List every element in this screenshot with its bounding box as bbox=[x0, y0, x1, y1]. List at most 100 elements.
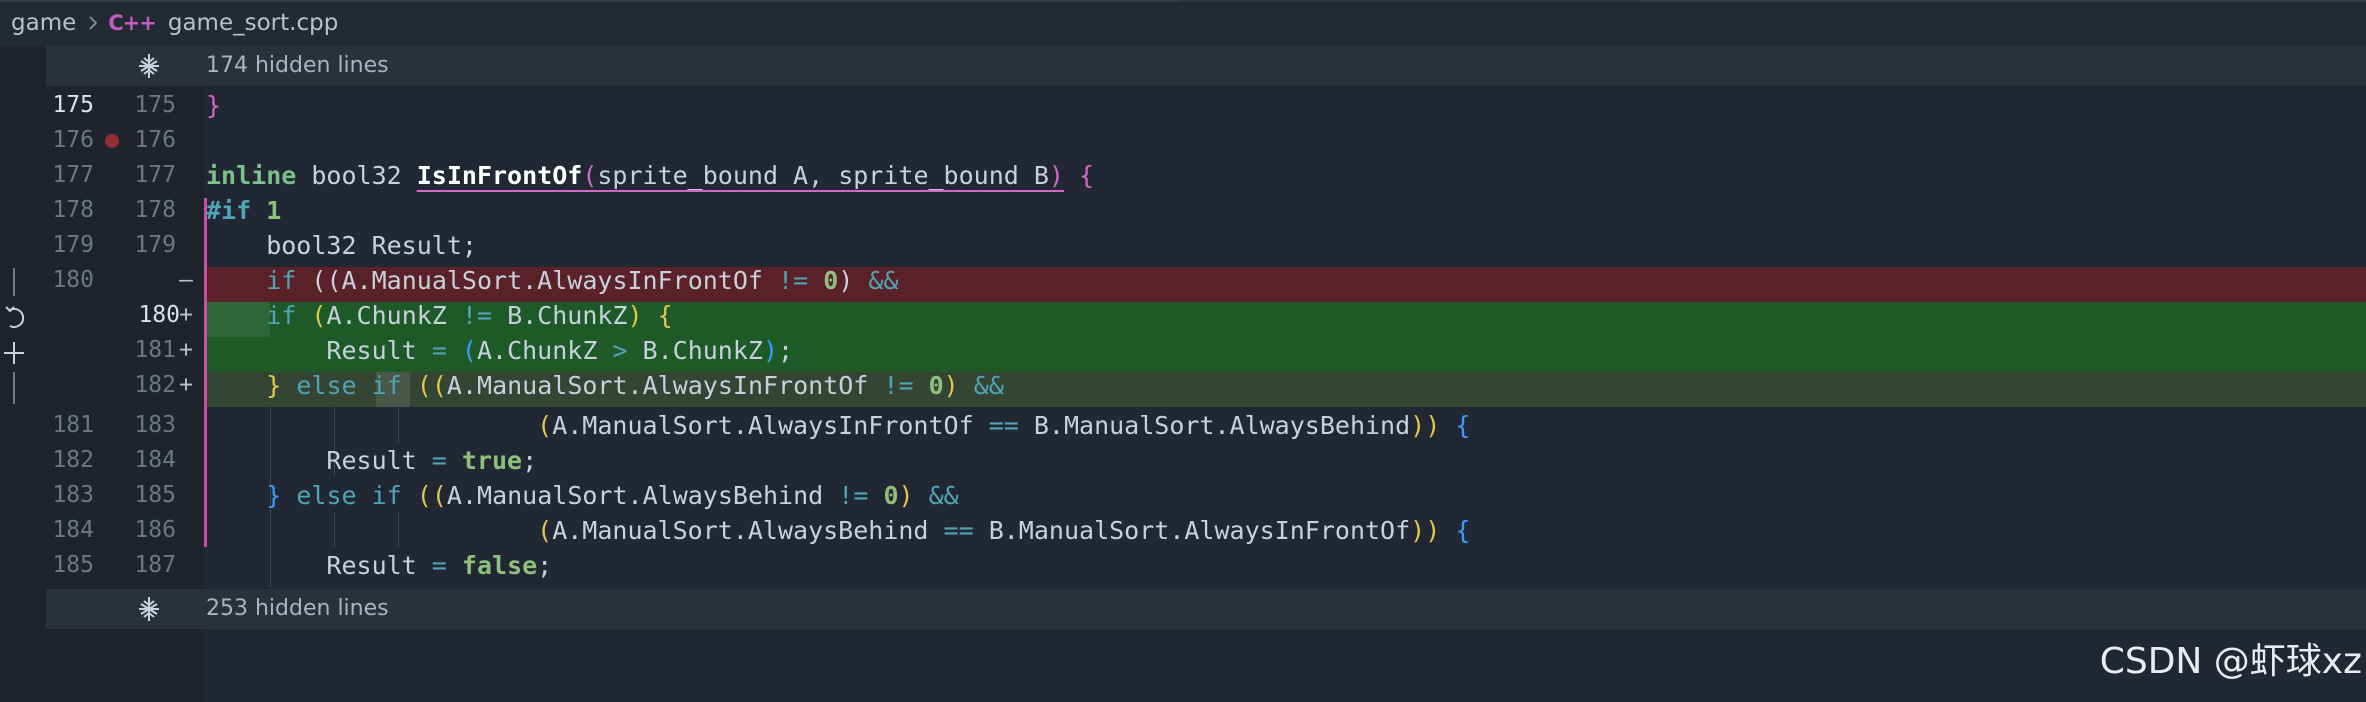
code-token: { bbox=[1440, 411, 1471, 440]
code-token: ( bbox=[431, 371, 447, 400]
new-line-number: 187 bbox=[134, 552, 176, 578]
code-line[interactable]: } else if ((A.ManualSort.AlwaysBehind !=… bbox=[206, 478, 959, 513]
code-token: } bbox=[266, 371, 282, 400]
code-token: bool32 bbox=[296, 161, 417, 190]
code-token: A.ChunkZ bbox=[476, 336, 613, 365]
hidden-lines-fold-top[interactable] bbox=[46, 46, 2366, 86]
old-line-number: 180 bbox=[52, 267, 94, 293]
code-token: && bbox=[868, 266, 899, 295]
new-line-number: 175 bbox=[134, 92, 176, 118]
code-token: Result bbox=[206, 446, 432, 475]
code-token: ( bbox=[311, 266, 327, 295]
new-line-number: 178 bbox=[134, 197, 176, 223]
code-token: ; bbox=[778, 336, 794, 365]
removed-line-marker: — bbox=[179, 267, 193, 293]
code-token: ( bbox=[326, 266, 342, 295]
old-line-number: 175 bbox=[52, 92, 94, 118]
code-token: ) bbox=[1410, 411, 1426, 440]
code-token: ) bbox=[1410, 516, 1426, 545]
code-token: = bbox=[431, 446, 447, 475]
code-token: != bbox=[778, 266, 809, 295]
code-token: ( bbox=[416, 371, 432, 400]
code-line[interactable]: (A.ManualSort.AlwaysInFrontOf == B.Manua… bbox=[206, 408, 1470, 443]
code-token: } bbox=[206, 91, 222, 120]
code-token: 0 bbox=[883, 481, 899, 510]
code-token: B.ManualSort.AlwaysInFrontOf bbox=[973, 516, 1411, 545]
code-token: #if bbox=[206, 196, 252, 225]
old-line-number: 184 bbox=[52, 517, 94, 543]
code-token: true bbox=[461, 446, 523, 475]
code-token: A.ManualSort.AlwaysInFrontOf bbox=[341, 266, 779, 295]
code-token: ; bbox=[522, 446, 538, 475]
code-token: sprite_bound A, sprite_bound B bbox=[597, 161, 1049, 190]
hidden-lines-fold-bottom[interactable] bbox=[46, 589, 2366, 629]
revert-icon[interactable] bbox=[4, 304, 24, 334]
code-token: B.ChunkZ bbox=[492, 301, 628, 330]
code-line[interactable]: Result = true; bbox=[206, 443, 537, 478]
code-line[interactable]: if ((A.ManualSort.AlwaysInFrontOf != 0) … bbox=[206, 263, 898, 298]
old-line-number: 177 bbox=[52, 162, 94, 188]
new-line-number: 176 bbox=[134, 127, 176, 153]
code-token: ) bbox=[838, 266, 854, 295]
code-token: if bbox=[266, 266, 297, 295]
code-token: A.ManualSort.AlwaysInFrontOf bbox=[446, 371, 884, 400]
code-token: != bbox=[838, 481, 869, 510]
new-line-number: 180 bbox=[138, 302, 180, 328]
added-line-marker: + bbox=[179, 302, 193, 328]
new-line-number: 185 bbox=[134, 482, 176, 508]
code-token: else bbox=[296, 481, 357, 510]
code-line[interactable]: } else if ((A.ManualSort.AlwaysInFrontOf… bbox=[206, 368, 1004, 403]
watermark: CSDN @虾球xz bbox=[2099, 641, 2362, 682]
unfold-icon[interactable] bbox=[134, 51, 164, 81]
code-token: B.ManualSort.AlwaysBehind bbox=[1018, 411, 1411, 440]
added-line-marker: + bbox=[179, 372, 193, 398]
code-token: != bbox=[883, 371, 914, 400]
breadcrumb-bar: game C++ game_sort.cpp bbox=[0, 0, 2366, 46]
unfold-icon[interactable] bbox=[134, 594, 164, 624]
old-line-number: 176 bbox=[52, 127, 94, 153]
code-token: A.ChunkZ bbox=[326, 301, 462, 330]
hidden-lines-label: 253 hidden lines bbox=[206, 596, 389, 621]
code-line[interactable]: Result = (A.ChunkZ > B.ChunkZ); bbox=[206, 333, 793, 368]
code-token: ( bbox=[461, 336, 477, 365]
code-token: ( bbox=[311, 301, 327, 330]
code-token: A.ManualSort.AlwaysBehind bbox=[446, 481, 839, 510]
code-token: inline bbox=[206, 161, 297, 190]
code-token: false bbox=[461, 551, 538, 580]
code-token: ) bbox=[898, 481, 914, 510]
code-token: ( bbox=[537, 516, 553, 545]
old-line-number: 182 bbox=[52, 447, 94, 473]
code-token: == bbox=[943, 516, 974, 545]
code-line[interactable]: #if 1 bbox=[206, 193, 281, 228]
code-token: == bbox=[988, 411, 1019, 440]
breadcrumb-folder[interactable]: game bbox=[11, 10, 76, 36]
code-line[interactable]: Result = false; bbox=[206, 548, 552, 583]
code-line[interactable]: bool32 Result; bbox=[206, 228, 477, 263]
code-token: Result bbox=[206, 551, 432, 580]
breadcrumb: game C++ game_sort.cpp bbox=[11, 7, 338, 39]
diff-hunk-controls bbox=[13, 268, 15, 404]
code-token: ) bbox=[762, 336, 779, 365]
add-icon[interactable] bbox=[4, 338, 24, 368]
code-line[interactable]: } bbox=[206, 88, 221, 123]
breadcrumb-file[interactable]: game_sort.cpp bbox=[168, 10, 338, 36]
code-line[interactable]: if (A.ChunkZ != B.ChunkZ) { bbox=[206, 298, 672, 333]
code-line[interactable]: inline bool32 IsInFrontOf(sprite_bound A… bbox=[206, 158, 1094, 193]
code-token: { bbox=[1440, 516, 1471, 545]
code-token: { bbox=[1063, 161, 1095, 190]
tab-strip-divider bbox=[1640, 0, 2366, 2]
code-line[interactable]: (A.ManualSort.AlwaysBehind == B.ManualSo… bbox=[206, 513, 1470, 548]
new-line-number: 186 bbox=[134, 517, 176, 543]
